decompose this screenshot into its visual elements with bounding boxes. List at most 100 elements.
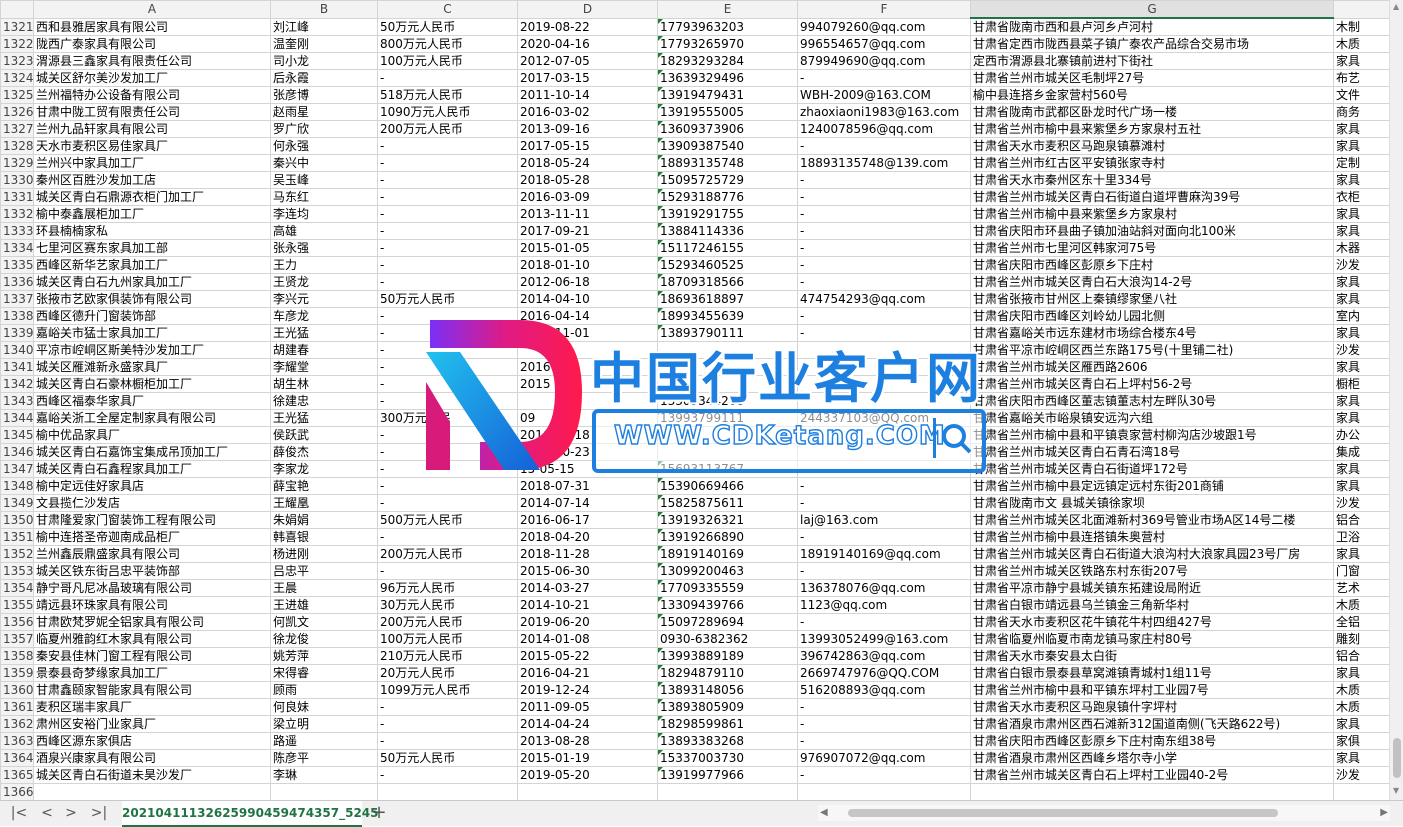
cell-d[interactable]: 2015-06-30 xyxy=(517,562,658,580)
cell-h[interactable]: 家具 xyxy=(1333,409,1389,427)
cell-a[interactable]: 榆中优品家具厂 xyxy=(33,426,271,444)
cell-d[interactable]: 2014-10-21 xyxy=(517,596,658,614)
cell-g[interactable] xyxy=(970,783,1334,800)
cell-e[interactable] xyxy=(657,426,798,444)
cell-c[interactable] xyxy=(377,783,518,800)
row-header[interactable]: 1330 xyxy=(0,171,34,189)
cell-g[interactable]: 甘肃省兰州市榆中县定远镇定远村东街201商铺 xyxy=(970,477,1334,495)
cell-a[interactable]: 兰州福特办公设备有限公司 xyxy=(33,86,271,104)
cell-f[interactable]: 18919140169@qq.com xyxy=(797,545,971,563)
column-header-f[interactable]: F xyxy=(797,0,971,19)
cell-c[interactable]: - xyxy=(377,341,518,359)
vertical-scroll-thumb[interactable] xyxy=(1393,738,1401,778)
cell-d[interactable]: 2013-11-11 xyxy=(517,205,658,223)
cell-d[interactable]: 15-05-15 xyxy=(517,460,658,478)
cell-a[interactable]: 环县楠楠家私 xyxy=(33,222,271,240)
cell-d[interactable]: 2018-05-28 xyxy=(517,171,658,189)
row-header[interactable]: 1349 xyxy=(0,494,34,512)
cell-f[interactable]: - xyxy=(797,171,971,189)
cell-f[interactable]: 879949690@qq.com xyxy=(797,52,971,70)
cell-c[interactable]: - xyxy=(377,528,518,546)
cell-b[interactable]: 温奎刚 xyxy=(270,35,378,53)
cell-h[interactable]: 家具 xyxy=(1333,477,1389,495)
cell-f[interactable] xyxy=(797,460,971,478)
cell-d[interactable] xyxy=(517,341,658,359)
cell-c[interactable]: - xyxy=(377,69,518,87)
next-sheet-icon[interactable]: > xyxy=(62,804,80,822)
cell-g[interactable]: 甘肃省临夏州临夏市南龙镇马家庄村80号 xyxy=(970,630,1334,648)
cell-b[interactable]: 王耀凰 xyxy=(270,494,378,512)
cell-e[interactable]: 13609373906 xyxy=(657,120,798,138)
cell-a[interactable]: 甘肃欧梵罗妮全铝家具有限公司 xyxy=(33,613,271,631)
cell-a[interactable]: 景泰县奇梦缘家具加工厂 xyxy=(33,664,271,682)
cell-e[interactable]: 13919266890 xyxy=(657,528,798,546)
cell-d[interactable]: 2015 xyxy=(517,375,658,393)
cell-a[interactable]: 西峰区源东家俱店 xyxy=(33,732,271,750)
cell-g[interactable]: 甘肃省白银市景泰县草窝滩镇青城村1组11号 xyxy=(970,664,1334,682)
cell-c[interactable]: 800万元人民币 xyxy=(377,35,518,53)
cell-b[interactable]: 刘江峰 xyxy=(270,17,378,36)
cell-f[interactable]: WBH-2009@163.COM xyxy=(797,86,971,104)
cell-g[interactable]: 甘肃省兰州市城关区北面滩新村369号管业市场A区14号二楼 xyxy=(970,511,1334,529)
cell-h[interactable]: 家具 xyxy=(1333,205,1389,223)
cell-g[interactable]: 甘肃省张掖市甘州区上秦镇缪家堡八社 xyxy=(970,290,1334,308)
cell-g[interactable]: 甘肃省兰州市城关区青白石街道坪172号 xyxy=(970,460,1334,478)
cell-c[interactable]: - xyxy=(377,443,518,461)
cell-b[interactable]: 徐龙俊 xyxy=(270,630,378,648)
row-header[interactable]: 1333 xyxy=(0,222,34,240)
cell-f[interactable]: 1123@qq.com xyxy=(797,596,971,614)
cell-c[interactable]: - xyxy=(377,205,518,223)
cell-b[interactable]: 李连均 xyxy=(270,205,378,223)
cell-c[interactable]: 1090万元人民币 xyxy=(377,103,518,121)
cell-c[interactable]: 50万元人民币 xyxy=(377,290,518,308)
cell-b[interactable]: 何永强 xyxy=(270,137,378,155)
cell-d[interactable]: 2016-01-18 xyxy=(517,426,658,444)
cell-e[interactable]: 13893790111 xyxy=(657,324,798,342)
cell-d[interactable]: 2015-01-05 xyxy=(517,239,658,257)
cell-c[interactable]: 200万元人民币 xyxy=(377,120,518,138)
column-header-a[interactable]: A xyxy=(33,0,271,19)
cell-a[interactable]: 平凉市崆峒区斯美特沙发加工厂 xyxy=(33,341,271,359)
cell-d[interactable]: 2016 xyxy=(517,358,658,376)
cell-b[interactable]: 赵雨星 xyxy=(270,103,378,121)
cell-g[interactable]: 甘肃省天水市麦积区马跑泉镇慕滩村 xyxy=(970,137,1334,155)
row-header[interactable]: 1358 xyxy=(0,647,34,665)
cell-g[interactable]: 甘肃省天水市秦州区东十里334号 xyxy=(970,171,1334,189)
cell-a[interactable]: 西和县雅居家具有限公司 xyxy=(33,17,271,36)
cell-f[interactable]: 18893135748@139.com xyxy=(797,154,971,172)
cell-f[interactable]: - xyxy=(797,239,971,257)
cell-e[interactable]: 15117246155 xyxy=(657,239,798,257)
row-header[interactable]: 1359 xyxy=(0,664,34,682)
cell-c[interactable]: 50万元人民币 xyxy=(377,749,518,767)
cell-b[interactable]: 李耀堂 xyxy=(270,358,378,376)
horizontal-scrollbar[interactable]: ◀ ▶ xyxy=(818,805,1390,821)
cell-e[interactable]: 13919291755 xyxy=(657,205,798,223)
cell-f[interactable]: - xyxy=(797,494,971,512)
row-header[interactable]: 1342 xyxy=(0,375,34,393)
row-header[interactable]: 1340 xyxy=(0,341,34,359)
cell-e[interactable]: 18709318566 xyxy=(657,273,798,291)
cell-c[interactable]: 210万元人民币 xyxy=(377,647,518,665)
row-header[interactable]: 1322 xyxy=(0,35,34,53)
cell-c[interactable]: 100万元人民币 xyxy=(377,52,518,70)
cell-c[interactable]: - xyxy=(377,732,518,750)
cell-e[interactable]: 15095725729 xyxy=(657,171,798,189)
row-header[interactable]: 1337 xyxy=(0,290,34,308)
row-header[interactable]: 1362 xyxy=(0,715,34,733)
cell-d[interactable]: 2014-04-24 xyxy=(517,715,658,733)
cell-d[interactable]: 2011-10-14 xyxy=(517,86,658,104)
cell-a[interactable]: 天水市麦积区易佳家具厂 xyxy=(33,137,271,155)
cell-e[interactable] xyxy=(657,783,798,800)
cell-c[interactable]: 50万元人民币 xyxy=(377,17,518,36)
cell-e[interactable]: 13309439766 xyxy=(657,596,798,614)
cell-f[interactable]: laj@163.com xyxy=(797,511,971,529)
cell-g[interactable]: 甘肃省庆阳市西峰区彭原乡下庄村南东组38号 xyxy=(970,732,1334,750)
cell-g[interactable]: 甘肃省酒泉市肃州区西石滩新312国道南侧(飞天路622号) xyxy=(970,715,1334,733)
cell-d[interactable]: 2017-09-21 xyxy=(517,222,658,240)
row-header[interactable]: 1339 xyxy=(0,324,34,342)
cell-a[interactable]: 渭源县三鑫家具有限责任公司 xyxy=(33,52,271,70)
cell-b[interactable]: 胡建春 xyxy=(270,341,378,359)
cell-d[interactable]: 2016-06-17 xyxy=(517,511,658,529)
row-header[interactable]: 1327 xyxy=(0,120,34,138)
cell-g[interactable]: 定西市渭源县北寨镇前进村下街社 xyxy=(970,52,1334,70)
